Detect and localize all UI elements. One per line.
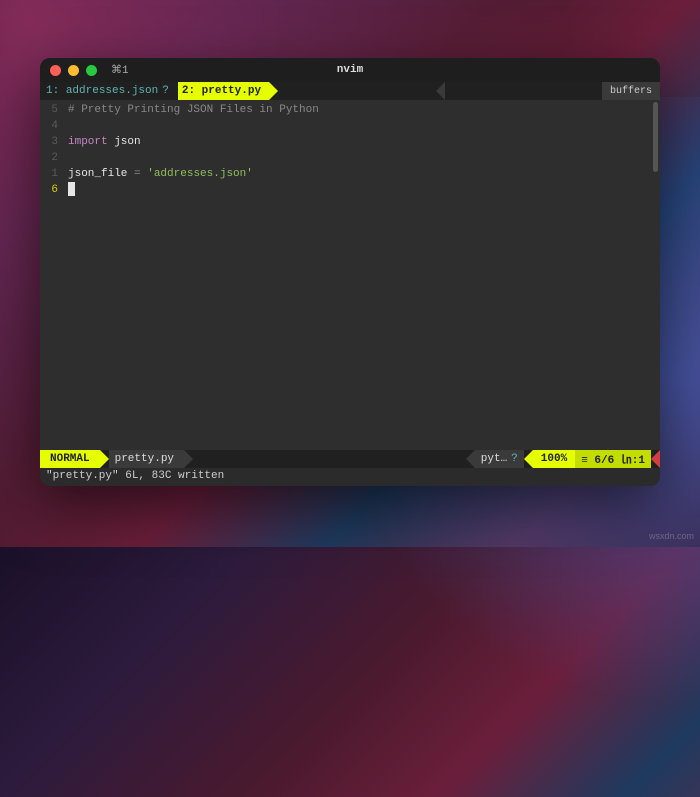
line-number: 2	[40, 150, 64, 166]
buffer-name: addresses.json	[66, 85, 158, 97]
status-position: ≡ 6/6 ㏑:1	[575, 450, 651, 468]
command-line[interactable]: "pretty.py" 6L, 83C written	[40, 468, 660, 486]
separator-icon	[524, 450, 533, 468]
titlebar: ⌘1 nvim	[40, 58, 660, 82]
cursor-icon	[68, 182, 75, 196]
mode-indicator: NORMAL	[40, 450, 100, 468]
variable: json_file	[68, 168, 127, 180]
buffer-name: pretty.py	[202, 85, 261, 97]
line-number: 4	[40, 118, 64, 134]
filetype-flag-icon: ?	[511, 453, 518, 465]
buffer-flag-icon: ?	[162, 85, 169, 97]
watermark: wsxdn.com	[649, 531, 694, 541]
status-filetype: pyt… ?	[475, 450, 524, 468]
scrollbar[interactable]	[653, 102, 658, 172]
buffer-index: 1:	[46, 85, 59, 97]
status-percent: 100%	[533, 450, 575, 468]
keyword: import	[68, 136, 108, 148]
terminal-window: ⌘1 nvim 1: addresses.json ? 2: pretty.py…	[40, 58, 660, 486]
line-number-gutter: 5 4 3 2 1 6	[40, 100, 64, 450]
editor-area[interactable]: 5 4 3 2 1 6 # Pretty Printing JSON Files…	[40, 100, 660, 450]
blank-line	[68, 118, 660, 134]
separator-icon	[436, 82, 445, 100]
string-literal: 'addresses.json'	[147, 168, 253, 180]
line-number: 5	[40, 102, 64, 118]
separator-icon	[169, 82, 178, 100]
buffer-tabline: 1: addresses.json ? 2: pretty.py buffers	[40, 82, 660, 100]
separator-icon	[269, 82, 278, 100]
separator-icon	[184, 450, 193, 468]
buffer-tab-pretty[interactable]: 2: pretty.py	[178, 82, 269, 100]
code-comment: # Pretty Printing JSON Files in Python	[68, 104, 319, 116]
separator-icon	[651, 450, 660, 468]
window-title: nvim	[40, 64, 660, 76]
blank-line	[68, 150, 660, 166]
operator: =	[127, 168, 147, 180]
module: json	[108, 136, 141, 148]
separator-icon	[100, 450, 109, 468]
status-filename: pretty.py	[109, 450, 184, 468]
buffer-tab-addresses[interactable]: 1: addresses.json ?	[40, 82, 169, 100]
line-number: 1	[40, 166, 64, 182]
separator-icon	[466, 450, 475, 468]
status-line: NORMAL pretty.py pyt… ? 100% ≡ 6/6 ㏑:1	[40, 450, 660, 468]
current-line-number: 6	[40, 182, 64, 198]
buffer-index: 2:	[182, 85, 195, 97]
line-number: 3	[40, 134, 64, 150]
code-content[interactable]: # Pretty Printing JSON Files in Python i…	[64, 100, 660, 450]
buffers-label: buffers	[602, 82, 660, 100]
filetype-text: pyt…	[481, 453, 507, 465]
